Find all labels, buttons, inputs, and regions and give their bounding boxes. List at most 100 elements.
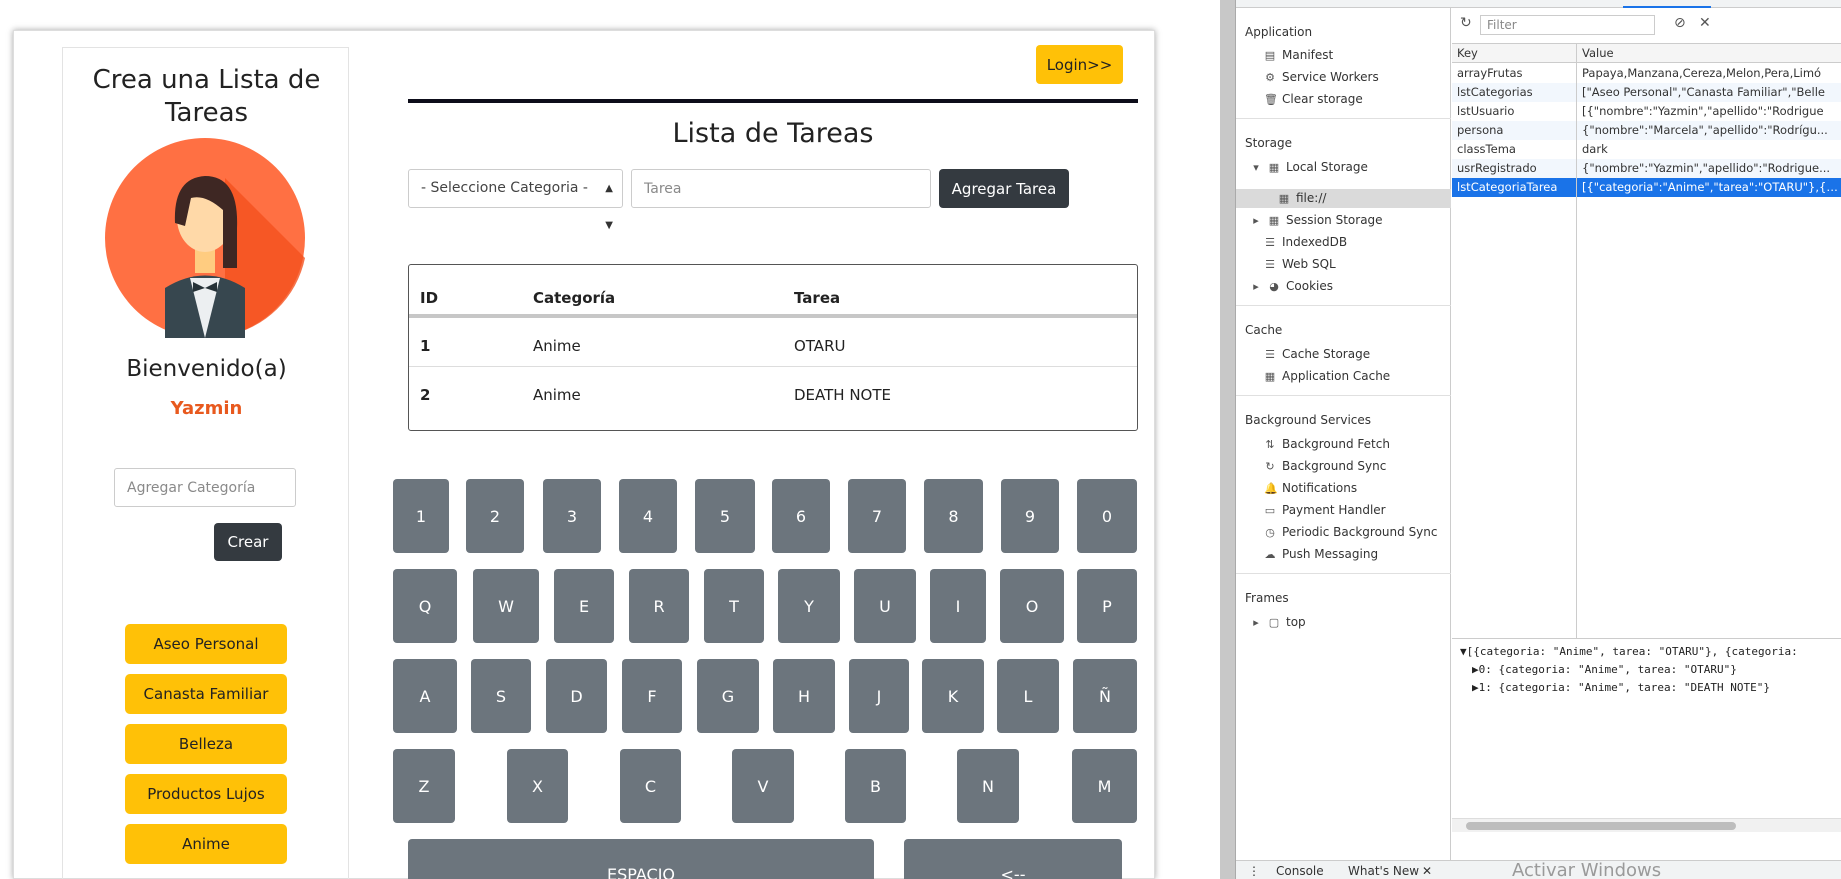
key-button[interactable]: 7 bbox=[848, 479, 906, 553]
devtools-splitter[interactable] bbox=[1220, 0, 1235, 879]
kv-value: Papaya,Manzana,Cereza,Melon,Pera,Limó bbox=[1582, 66, 1822, 80]
sidebar-item-cache-storage[interactable]: ☰ Cache Storage bbox=[1264, 347, 1370, 361]
close-icon[interactable]: ✕ bbox=[1422, 864, 1432, 878]
category-button[interactable]: Aseo Personal bbox=[125, 624, 287, 664]
sidebar-item-indexeddb[interactable]: ☰ IndexedDB bbox=[1264, 235, 1347, 249]
table-row[interactable]: arrayFrutas Papaya,Manzana,Cereza,Melon,P… bbox=[1452, 64, 1841, 83]
key-button[interactable]: 8 bbox=[924, 479, 983, 553]
key-button[interactable]: U bbox=[854, 569, 916, 643]
column-divider[interactable] bbox=[1576, 44, 1577, 638]
sidebar-item-top-frame[interactable]: ▸ ▢ top bbox=[1250, 615, 1305, 629]
sidebar-item-application-cache[interactable]: ▦ Application Cache bbox=[1264, 369, 1390, 383]
sidebar-item-clear-storage[interactable]: 🗑 Clear storage bbox=[1264, 92, 1363, 106]
delete-selected-icon[interactable]: ✕ bbox=[1699, 15, 1711, 31]
login-button[interactable]: Login>> bbox=[1036, 45, 1123, 84]
key-button[interactable]: C bbox=[620, 749, 681, 823]
key-button[interactable]: E bbox=[554, 569, 614, 643]
kv-value: [{"categoria":"Anime","tarea":"OTARU"},{… bbox=[1582, 180, 1840, 194]
preview-line[interactable]: ▶0: {categoria: "Anime", tarea: "OTARU"} bbox=[1472, 663, 1737, 676]
drawer-menu-icon[interactable]: ⋮ bbox=[1248, 864, 1260, 878]
add-task-button[interactable]: Agregar Tarea bbox=[939, 169, 1069, 208]
key-button[interactable]: Ñ bbox=[1073, 659, 1137, 733]
task-input[interactable] bbox=[631, 169, 931, 208]
key-button[interactable]: V bbox=[732, 749, 794, 823]
sidebar-title: Crea una Lista de Tareas bbox=[92, 65, 321, 128]
table-row[interactable]: usrRegistrado {"nombre":"Yazmin","apellid… bbox=[1452, 159, 1841, 178]
category-button[interactable]: Productos Lujos bbox=[125, 774, 287, 814]
key-button[interactable]: A bbox=[393, 659, 457, 733]
key-button[interactable]: N bbox=[957, 749, 1019, 823]
value-preview: ▼[{categoria: "Anime", tarea: "OTARU"}, … bbox=[1452, 638, 1841, 818]
sidebar-item-background-fetch[interactable]: ⇅ Background Fetch bbox=[1264, 437, 1390, 451]
sidebar-item-periodic-sync[interactable]: ◷ Periodic Background Sync bbox=[1264, 525, 1437, 539]
create-category-button[interactable]: Crear bbox=[214, 523, 282, 561]
refresh-icon[interactable]: ↻ bbox=[1460, 15, 1472, 31]
category-input[interactable] bbox=[114, 468, 296, 507]
table-row[interactable]: persona {"nombre":"Marcela","apellido":"R… bbox=[1452, 121, 1841, 140]
sidebar-item-local-storage[interactable]: ▾ ▦ Local Storage bbox=[1250, 160, 1368, 174]
space-key[interactable]: ESPACIO bbox=[408, 839, 874, 879]
sidebar-item-payment-handler[interactable]: ▭ Payment Handler bbox=[1264, 503, 1386, 517]
key-button[interactable]: 2 bbox=[466, 479, 524, 553]
key-button[interactable]: Z bbox=[393, 749, 455, 823]
key-button[interactable]: T bbox=[704, 569, 764, 643]
category-button[interactable]: Canasta Familiar bbox=[125, 674, 287, 714]
key-button[interactable]: B bbox=[845, 749, 906, 823]
cloud-icon: ☁ bbox=[1264, 547, 1276, 561]
clear-all-icon[interactable]: ⊘ bbox=[1674, 15, 1686, 31]
key-button[interactable]: P bbox=[1077, 569, 1137, 643]
backspace-key[interactable]: <-- bbox=[904, 839, 1122, 879]
scrollbar-thumb[interactable] bbox=[1466, 822, 1736, 830]
key-button[interactable]: I bbox=[930, 569, 986, 643]
key-button[interactable]: 3 bbox=[543, 479, 601, 553]
cell-category: Anime bbox=[533, 386, 581, 404]
key-button[interactable]: J bbox=[849, 659, 909, 733]
key-button[interactable]: Y bbox=[778, 569, 840, 643]
sidebar-item-background-sync[interactable]: ↻ Background Sync bbox=[1264, 459, 1386, 473]
key-button[interactable]: L bbox=[997, 659, 1059, 733]
key-button[interactable]: 1 bbox=[393, 479, 449, 553]
file-icon: ▤ bbox=[1264, 48, 1276, 62]
table-row[interactable]: lstCategorias ["Aseo Personal","Canasta F… bbox=[1452, 83, 1841, 102]
key-button[interactable]: Q bbox=[393, 569, 457, 643]
sidebar-item-session-storage[interactable]: ▸ ▦ Session Storage bbox=[1250, 213, 1382, 227]
category-button[interactable]: Anime bbox=[125, 824, 287, 864]
preview-line[interactable]: ▼[{categoria: "Anime", tarea: "OTARU"}, … bbox=[1460, 645, 1798, 658]
key-button[interactable]: 6 bbox=[772, 479, 830, 553]
key-button[interactable]: 9 bbox=[1001, 479, 1059, 553]
sidebar-item-cookies[interactable]: ▸ ◕ Cookies bbox=[1250, 279, 1333, 293]
drawer-tab-console[interactable]: Console bbox=[1276, 864, 1324, 878]
cell-id: 1 bbox=[420, 337, 431, 355]
preview-line[interactable]: ▶1: {categoria: "Anime", tarea: "DEATH N… bbox=[1472, 681, 1770, 694]
key-button[interactable]: X bbox=[507, 749, 568, 823]
sidebar-item-service-workers[interactable]: ⚙ Service Workers bbox=[1264, 70, 1379, 84]
category-select[interactable]: - Seleccione Categoria - ▲ ▼ bbox=[408, 169, 623, 231]
key-button[interactable]: S bbox=[471, 659, 531, 733]
key-button[interactable]: 5 bbox=[695, 479, 755, 553]
table-row-selected[interactable]: lstCategoriaTarea [{"categoria":"Anime","… bbox=[1452, 178, 1841, 197]
table-row[interactable]: lstUsuario [{"nombre":"Yazmin","apellido"… bbox=[1452, 102, 1841, 121]
key-button[interactable]: K bbox=[922, 659, 984, 733]
sidebar-item-push-messaging[interactable]: ☁ Push Messaging bbox=[1264, 547, 1379, 561]
key-button[interactable]: 0 bbox=[1077, 479, 1137, 553]
key-button[interactable]: M bbox=[1072, 749, 1137, 823]
drawer-tab-whats-new[interactable]: What's New bbox=[1348, 864, 1419, 878]
key-button[interactable]: 4 bbox=[619, 479, 677, 553]
sidebar-item-file-origin[interactable]: ▦ file:// bbox=[1278, 191, 1327, 205]
key-button[interactable]: F bbox=[622, 659, 682, 733]
key-button[interactable]: H bbox=[773, 659, 835, 733]
sidebar-item-manifest[interactable]: ▤ Manifest bbox=[1264, 48, 1333, 62]
filter-input[interactable] bbox=[1480, 15, 1655, 35]
section-storage: Storage bbox=[1245, 136, 1292, 150]
table-row[interactable]: classTema dark bbox=[1452, 140, 1841, 159]
key-button[interactable]: W bbox=[473, 569, 539, 643]
sidebar-item-websql[interactable]: ☰ Web SQL bbox=[1264, 257, 1336, 271]
key-button[interactable]: G bbox=[697, 659, 759, 733]
divider bbox=[408, 99, 1138, 103]
horizontal-scrollbar[interactable] bbox=[1452, 818, 1841, 832]
sidebar-item-notifications[interactable]: 🔔 Notifications bbox=[1264, 481, 1357, 495]
category-button[interactable]: Belleza bbox=[125, 724, 287, 764]
key-button[interactable]: D bbox=[546, 659, 607, 733]
key-button[interactable]: O bbox=[1000, 569, 1064, 643]
key-button[interactable]: R bbox=[629, 569, 689, 643]
